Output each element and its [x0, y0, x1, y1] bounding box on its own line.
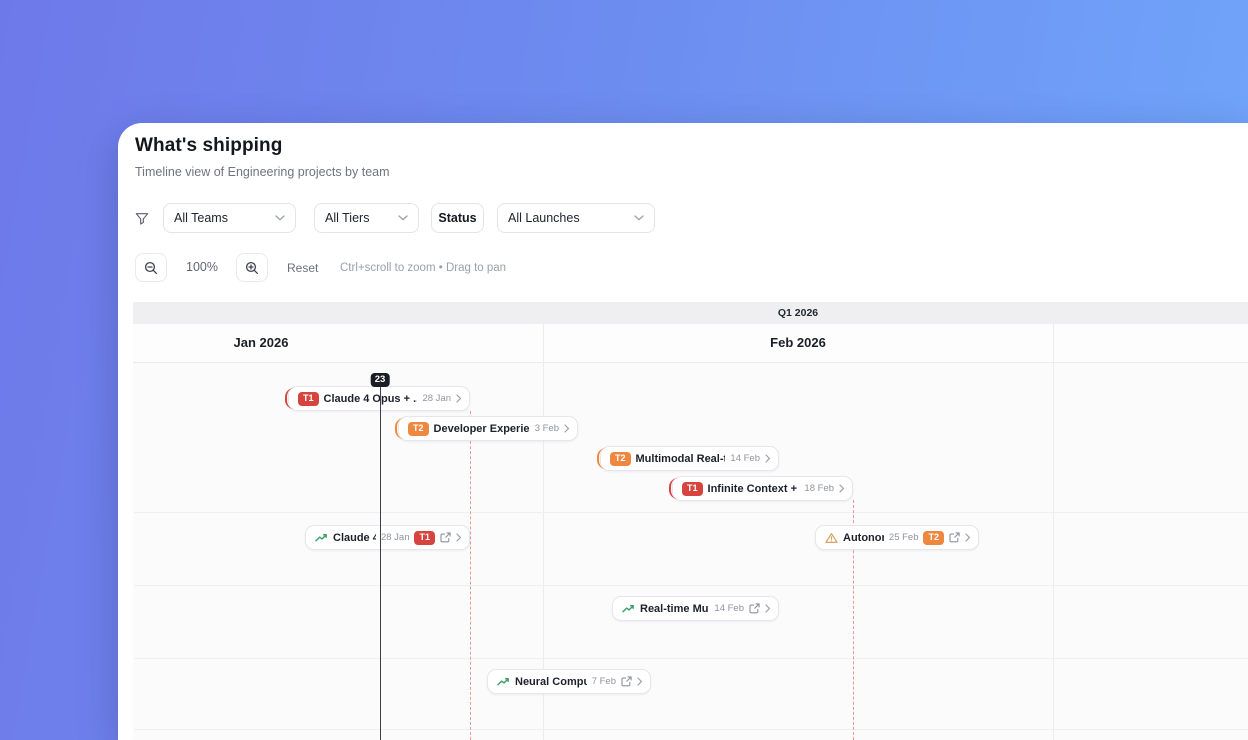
project-bar-developer-experience[interactable]: T2 Developer Experie... 3 Feb	[395, 416, 578, 441]
chevron-right-icon	[965, 533, 971, 542]
zoom-hint-text: Ctrl+scroll to zoom • Drag to pan	[340, 262, 507, 274]
project-title: Claude 4 Opus + ...	[323, 392, 418, 405]
external-link-icon	[949, 532, 960, 543]
launch-date: 7 Feb	[591, 676, 616, 687]
quarter-header-bar: Q1 2026	[133, 302, 1248, 325]
project-title: Infinite Context + ...	[707, 482, 800, 495]
lane-divider	[134, 585, 1248, 586]
filter-funnel-icon	[135, 211, 149, 226]
lane-divider	[134, 658, 1248, 659]
timeline-canvas[interactable]: Q1 2026 Jan 2026 Feb 2026 23 T1 Claude 4…	[133, 302, 1248, 740]
bar-start-bracket	[669, 478, 679, 499]
external-link-icon	[440, 532, 451, 543]
month-label-jan: Jan 2026	[233, 335, 289, 350]
project-bar-infinite-context[interactable]: T1 Infinite Context + ... 18 Feb	[669, 476, 853, 501]
project-title: Multimodal Real-t...	[635, 452, 726, 465]
launches-filter-dropdown[interactable]: All Launches	[497, 203, 655, 233]
zoom-in-button[interactable]	[236, 253, 268, 282]
trending-up-icon	[622, 604, 634, 612]
project-date: 14 Feb	[730, 453, 760, 464]
bar-start-bracket	[597, 448, 607, 469]
project-date: 28 Jan	[422, 393, 451, 404]
chevron-right-icon	[839, 484, 845, 493]
project-date: 3 Feb	[534, 423, 559, 434]
month-gridline	[1053, 324, 1054, 740]
chevron-right-icon	[765, 454, 771, 463]
trending-up-icon	[315, 533, 327, 541]
zoom-reset-button[interactable]: Reset	[287, 261, 318, 275]
page-subtitle: Timeline view of Engineering projects by…	[135, 165, 390, 179]
zoom-level: 100%	[186, 260, 218, 274]
chevron-right-icon	[456, 533, 462, 542]
chevron-right-icon	[637, 677, 643, 686]
tier-badge: T2	[408, 421, 429, 436]
lane-divider	[134, 512, 1248, 513]
month-label-feb: Feb 2026	[770, 335, 826, 350]
chevron-right-icon	[456, 394, 462, 403]
launch-title: Real-time Multi...	[640, 602, 709, 615]
status-filter-button[interactable]: Status	[431, 203, 484, 233]
page-title: What's shipping	[135, 135, 283, 156]
tiers-filter-value: All Tiers	[325, 211, 370, 225]
teams-filter-dropdown[interactable]: All Teams	[163, 203, 296, 233]
today-date-badge: 23	[370, 373, 390, 387]
launch-chip-realtime-multi[interactable]: Real-time Multi... 14 Feb	[612, 596, 779, 621]
external-link-icon	[749, 603, 760, 614]
timeline-lanes	[133, 363, 1248, 740]
launch-chip-autonomous[interactable]: Autonomo... 25 Feb T2	[815, 525, 979, 550]
launches-filter-value: All Launches	[508, 211, 580, 225]
launch-title: Autonomo...	[843, 531, 884, 544]
launch-chip-claude-4[interactable]: Claude 4 ... 28 Jan T1	[305, 525, 470, 550]
chevron-down-icon	[634, 215, 644, 221]
bar-start-bracket	[395, 418, 405, 439]
chevron-down-icon	[398, 215, 408, 221]
bar-start-bracket	[285, 388, 295, 409]
launch-date: 25 Feb	[888, 532, 919, 543]
chevron-down-icon	[275, 215, 285, 221]
tiers-filter-dropdown[interactable]: All Tiers	[314, 203, 419, 233]
launch-date: 14 Feb	[714, 603, 744, 614]
external-link-icon	[621, 676, 632, 687]
chevron-right-icon	[765, 604, 771, 613]
launch-title: Claude 4 ...	[333, 531, 376, 544]
zoom-toolbar: 100% Reset Ctrl+scroll to zoom • Drag to…	[118, 253, 1248, 282]
zoom-in-icon	[245, 261, 259, 274]
zoom-out-icon	[144, 261, 158, 274]
tier-badge: T1	[682, 481, 703, 496]
tier-badge: T2	[923, 530, 944, 545]
launch-chip-neural-computer[interactable]: Neural Computer... 7 Feb	[487, 669, 651, 694]
warning-icon	[825, 532, 838, 543]
tier-badge: T2	[610, 451, 631, 466]
project-bar-claude-4-opus[interactable]: T1 Claude 4 Opus + ... 28 Jan	[285, 386, 470, 411]
tier-badge: T1	[298, 391, 319, 406]
today-line	[380, 378, 381, 740]
launch-title: Neural Computer...	[515, 675, 587, 688]
quarter-label: Q1 2026	[777, 307, 819, 319]
filter-bar: All Teams All Tiers Status All Launches	[118, 203, 1248, 233]
whats-shipping-panel: What's shipping Timeline view of Enginee…	[118, 123, 1248, 740]
chevron-right-icon	[564, 424, 570, 433]
status-filter-label: Status	[438, 211, 477, 225]
teams-filter-value: All Teams	[174, 211, 228, 225]
tier-badge: T1	[414, 530, 435, 545]
month-header-row: Jan 2026 Feb 2026	[133, 324, 1248, 363]
deadline-marker-line	[470, 411, 471, 740]
project-date: 18 Feb	[804, 483, 834, 494]
launch-date: 28 Jan	[380, 532, 410, 543]
project-title: Developer Experie...	[433, 422, 530, 435]
trending-up-icon	[497, 677, 509, 685]
zoom-out-button[interactable]	[135, 253, 167, 282]
project-bar-multimodal-realtime[interactable]: T2 Multimodal Real-t... 14 Feb	[597, 446, 779, 471]
lane-divider	[134, 729, 1248, 730]
